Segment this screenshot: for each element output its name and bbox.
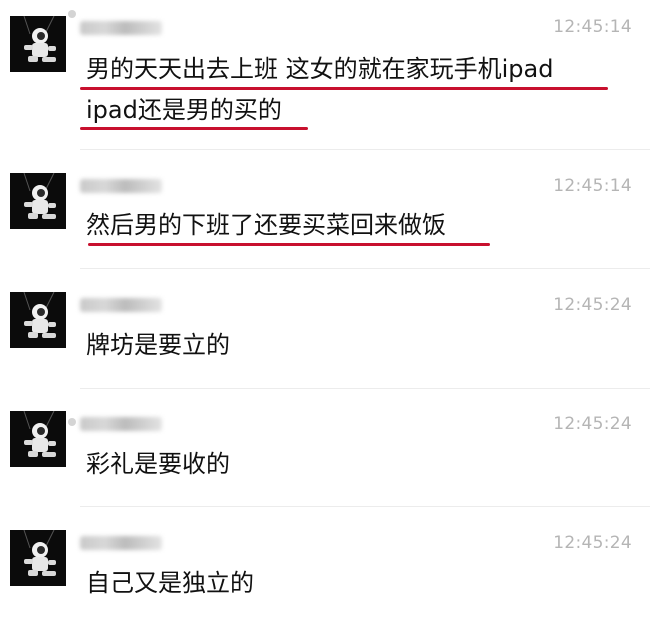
- message-timestamp: 12:45:24: [553, 295, 632, 315]
- underline-highlight: [88, 243, 490, 246]
- message-timestamp: 12:45:24: [553, 414, 632, 434]
- message-timestamp: 12:45:14: [553, 17, 632, 37]
- avatar[interactable]: [10, 173, 66, 229]
- sender-name-blurred: [80, 536, 162, 550]
- astronaut-avatar-icon: [10, 530, 66, 586]
- message-text-line-1: 然后男的下班了还要买菜回来做饭: [86, 211, 446, 239]
- message-timestamp: 12:45:24: [553, 533, 632, 553]
- sender-name-blurred: [80, 298, 162, 312]
- astronaut-avatar-icon: [10, 16, 66, 72]
- sender-name-blurred: [80, 417, 162, 431]
- astronaut-avatar-icon: [10, 292, 66, 348]
- message-text-line-1: 彩礼是要收的: [86, 450, 230, 478]
- sender-name-blurred: [80, 21, 162, 35]
- avatar[interactable]: [10, 530, 66, 586]
- astronaut-avatar-icon: [10, 411, 66, 467]
- astronaut-avatar-icon: [10, 173, 66, 229]
- message-divider: [80, 506, 650, 507]
- message-text-line-1: 牌坊是要立的: [86, 331, 230, 359]
- avatar[interactable]: [10, 16, 66, 72]
- status-dot-icon: [68, 418, 76, 426]
- underline-highlight: [80, 127, 308, 130]
- underline-highlight: [80, 87, 608, 90]
- message-divider: [80, 268, 650, 269]
- status-dot-icon: [68, 10, 76, 18]
- message-text-line-2: ipad还是男的买的: [86, 96, 282, 124]
- message-divider: [80, 388, 650, 389]
- message-text-line-1: 自己又是独立的: [86, 569, 254, 597]
- sender-name-blurred: [80, 179, 162, 193]
- avatar[interactable]: [10, 411, 66, 467]
- avatar[interactable]: [10, 292, 66, 348]
- message-timestamp: 12:45:14: [553, 176, 632, 196]
- message-divider: [80, 149, 650, 150]
- message-text-line-1: 男的天天出去上班 这女的就在家玩手机ipad: [86, 55, 554, 83]
